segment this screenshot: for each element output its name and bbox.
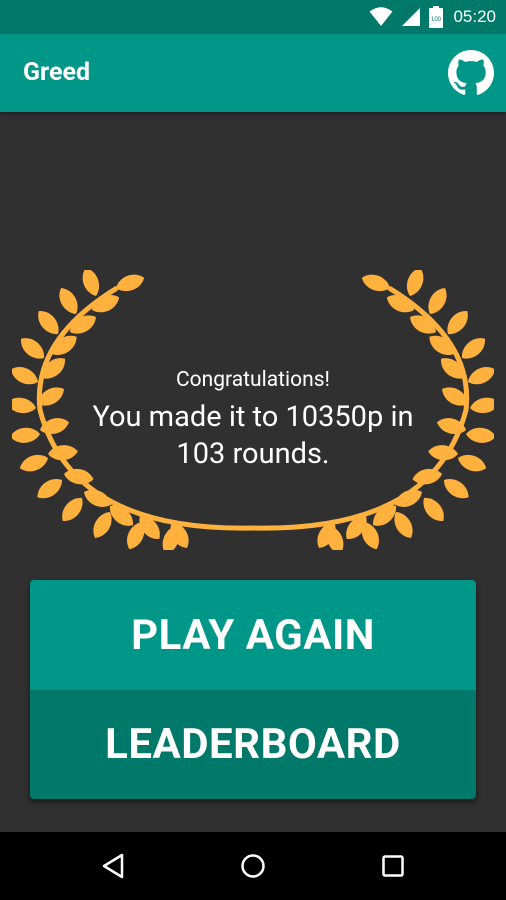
score-text-line1: You made it to 10350p in [92, 400, 414, 434]
recents-icon[interactable] [378, 851, 408, 881]
home-icon[interactable] [238, 851, 268, 881]
play-again-button[interactable]: PLAY AGAIN [30, 580, 476, 690]
status-bar: 100 05:20 [0, 0, 506, 34]
app-bar: Greed [0, 34, 506, 112]
result-message: Congratulations! You made it to 10350p i… [40, 365, 466, 473]
back-icon[interactable] [98, 851, 128, 881]
action-buttons: PLAY AGAIN LEADERBOARD [30, 580, 476, 799]
battery-level: 100 [431, 17, 442, 23]
wifi-icon [369, 7, 393, 26]
app-title: Greed [23, 58, 91, 87]
battery-icon: 100 [429, 6, 444, 28]
congrats-text: Congratulations! [176, 368, 330, 392]
leaderboard-button[interactable]: LEADERBOARD [30, 690, 476, 799]
navigation-bar [0, 832, 506, 900]
score-text-line2: 103 rounds. [176, 437, 330, 471]
cell-signal-icon [402, 8, 421, 26]
github-icon[interactable] [448, 50, 494, 96]
clock: 05:20 [453, 7, 496, 26]
